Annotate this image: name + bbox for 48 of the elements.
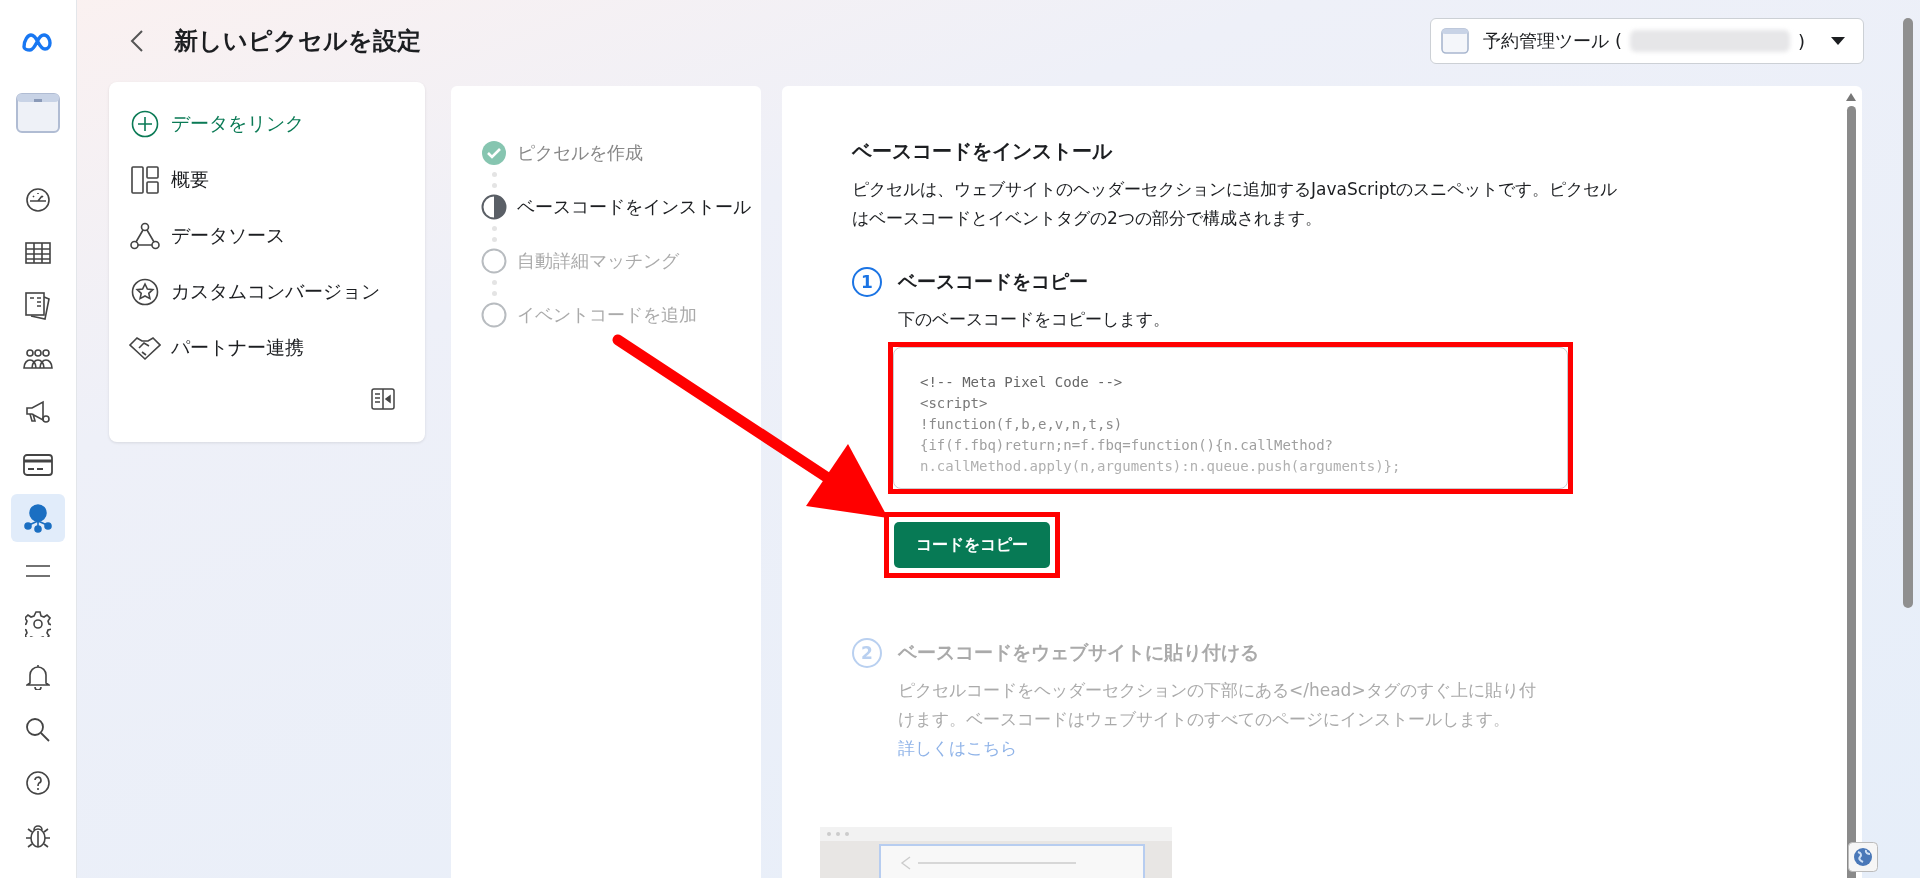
intro-text: ピクセルは、ウェブサイトのヘッダーセクションに追加するJavaScriptのスニペットです。ピクセルはベースコードとイベントタグの2つの部分で構成されます。: [852, 178, 1619, 230]
credit-card-icon: [23, 454, 53, 476]
step-number: 2: [852, 638, 882, 668]
nav-item[interactable]: データをリンク: [129, 102, 405, 146]
step-label: 自動詳細マッチング: [517, 249, 679, 273]
step-title: ベースコードをウェブサイトに貼り付ける: [898, 640, 1259, 665]
people-icon: [23, 348, 53, 370]
section-heading: ベースコードをインストール: [852, 138, 1114, 165]
megaphone-icon: [25, 399, 51, 425]
pages-icon: [25, 292, 51, 320]
collapse-panel-icon[interactable]: [371, 388, 395, 410]
nav-item[interactable]: 概要: [129, 158, 405, 202]
step-label: イベントコードを追加: [517, 303, 697, 327]
bug-icon: [25, 823, 51, 849]
scroll-up-icon[interactable]: [1845, 92, 1857, 102]
nav-item[interactable]: データソース: [129, 214, 405, 258]
logo-icon: [21, 32, 55, 52]
handshake-icon: [129, 335, 161, 361]
step-label: ピクセルを作成: [517, 141, 643, 165]
table-icon: [25, 242, 51, 264]
account-selector[interactable]: 予約管理ツール ( ): [1430, 18, 1864, 64]
menu-icon: [25, 564, 51, 578]
copy-code-button[interactable]: コードをコピー: [894, 522, 1050, 568]
network-triangle-icon: [129, 222, 161, 250]
layout-icon: [129, 166, 161, 194]
nav-item[interactable]: カスタムコンバージョン: [129, 270, 405, 314]
bell-icon: [26, 664, 50, 690]
briefcase-icon: [16, 93, 60, 133]
plus-circle-icon: [129, 110, 161, 138]
page-title: 新しいピクセルを設定: [174, 26, 421, 57]
nav-item[interactable]: パートナー連携: [129, 326, 405, 370]
briefcase-icon: [1441, 28, 1470, 54]
search-icon: [25, 717, 51, 743]
step-description: 下のベースコードをコピーします。: [898, 308, 1170, 331]
step-label: ベースコードをインストール: [517, 195, 751, 219]
settings-icon: [25, 611, 51, 637]
node-network-icon: [23, 503, 53, 533]
step-description: ピクセルコードをヘッダーセクションの下部にある</head>タグのすぐ上に貼り付けます。ベースコードはウェブサイトのすべてのページにインストールします。 詳しくはこちら: [898, 679, 1537, 760]
back-icon[interactable]: [130, 29, 144, 53]
gauge-icon: [25, 187, 51, 213]
code-box[interactable]: <!-- Meta Pixel Code --> <script> !function(f,b,e,v,n,t,s) {if(f.fbq)return;n=f.fbq=function(){n.callMethod? n.callMethod.apply(n,arguments):n.queue.push(arguments)};: [893, 347, 1568, 489]
step-title: ベースコードをコピー: [898, 269, 1088, 294]
step-number: 1: [852, 267, 882, 297]
caret-icon: [1831, 37, 1845, 45]
star-circle-icon: [129, 278, 161, 306]
nav-rail-button[interactable]: [11, 494, 65, 542]
help-icon: [25, 770, 51, 796]
globe-icon[interactable]: [1848, 842, 1878, 872]
